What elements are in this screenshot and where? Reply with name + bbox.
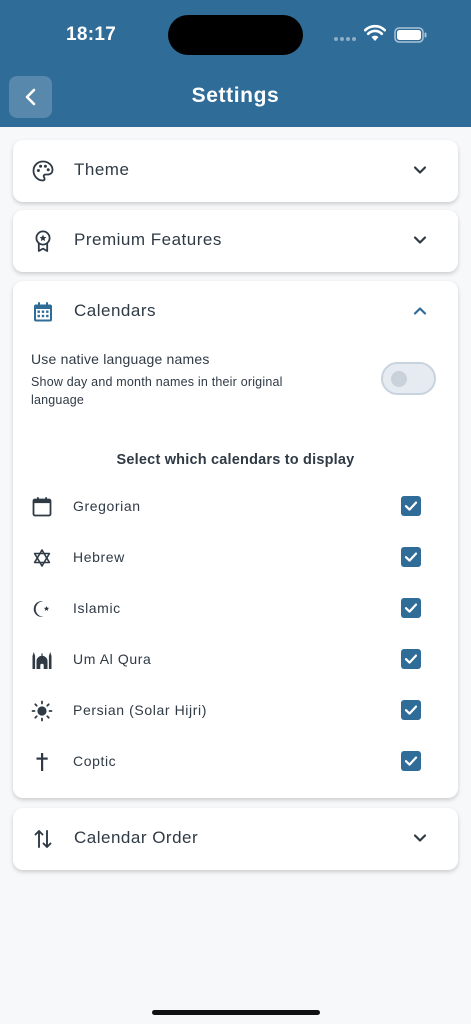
calendar-row-hebrew[interactable]: Hebrew bbox=[13, 537, 458, 577]
native-names-toggle[interactable] bbox=[381, 362, 436, 395]
toggle-knob bbox=[391, 371, 407, 387]
coptic-checkbox[interactable] bbox=[401, 751, 421, 771]
calendar-label: Um Al Qura bbox=[73, 651, 152, 667]
app-header: 18:17 Settings bbox=[0, 0, 471, 127]
calendar-order-label: Calendar Order bbox=[74, 828, 199, 847]
calendars-header[interactable]: Calendars bbox=[13, 281, 458, 343]
chevron-up-icon bbox=[413, 307, 427, 315]
theme-section[interactable]: Theme bbox=[13, 140, 458, 202]
palette-icon bbox=[32, 160, 54, 182]
persian-checkbox[interactable] bbox=[401, 700, 421, 720]
award-icon bbox=[35, 230, 51, 252]
native-names-subtitle: Show day and month names in their origin… bbox=[31, 375, 283, 407]
chevron-down-icon bbox=[413, 166, 427, 174]
check-icon bbox=[404, 501, 418, 511]
gregorian-checkbox[interactable] bbox=[401, 496, 421, 516]
calendar-label: Persian (Solar Hijri) bbox=[73, 702, 207, 718]
premium-header[interactable]: Premium Features bbox=[13, 210, 458, 272]
dynamic-island bbox=[168, 15, 303, 55]
hebrew-checkbox[interactable] bbox=[401, 547, 421, 567]
calendar-order-section[interactable]: Calendar Order bbox=[13, 808, 458, 870]
calendar-label: Gregorian bbox=[73, 498, 141, 514]
page-title: Settings bbox=[191, 84, 280, 107]
status-time: 18:17 bbox=[66, 24, 117, 45]
theme-header[interactable]: Theme bbox=[13, 140, 458, 202]
wifi-icon bbox=[364, 24, 386, 41]
check-icon bbox=[404, 654, 418, 664]
mosque-icon bbox=[32, 652, 52, 669]
native-names-title: Use native language names bbox=[31, 351, 210, 367]
calendar-label: Hebrew bbox=[73, 549, 125, 565]
swap-vertical-icon bbox=[34, 830, 52, 848]
um-al-qura-checkbox[interactable] bbox=[401, 649, 421, 669]
calendar-icon bbox=[32, 497, 52, 517]
islamic-checkbox[interactable] bbox=[401, 598, 421, 618]
crescent-star-icon bbox=[33, 601, 50, 617]
calendar-row-coptic[interactable]: Coptic bbox=[13, 741, 458, 781]
calendars-label: Calendars bbox=[74, 301, 156, 320]
chevron-down-icon bbox=[413, 834, 427, 842]
check-icon bbox=[404, 705, 418, 715]
calendar-label: Islamic bbox=[73, 600, 121, 616]
check-icon bbox=[404, 603, 418, 613]
calendar-row-gregorian[interactable]: Gregorian bbox=[13, 486, 458, 526]
calendar-row-um-al-qura[interactable]: Um Al Qura bbox=[13, 639, 458, 679]
calendar-select-heading: Select which calendars to display bbox=[116, 452, 355, 468]
star-of-david-icon bbox=[33, 549, 51, 567]
check-icon bbox=[404, 552, 418, 562]
check-icon bbox=[404, 756, 418, 766]
calendars-section: Calendars Use native language names Show… bbox=[13, 281, 458, 798]
theme-label: Theme bbox=[74, 160, 130, 179]
sun-icon bbox=[31, 700, 53, 722]
battery-icon bbox=[394, 27, 427, 43]
home-indicator bbox=[152, 1010, 320, 1015]
calendar-order-header[interactable]: Calendar Order bbox=[13, 808, 458, 870]
calendar-row-islamic[interactable]: Islamic bbox=[13, 588, 458, 628]
premium-section[interactable]: Premium Features bbox=[13, 210, 458, 272]
calendar-label: Coptic bbox=[73, 753, 117, 769]
premium-label: Premium Features bbox=[74, 230, 222, 249]
calendar-row-persian[interactable]: Persian (Solar Hijri) bbox=[13, 690, 458, 730]
cross-icon bbox=[36, 753, 48, 771]
cellular-signal-icon bbox=[334, 37, 356, 41]
chevron-down-icon bbox=[413, 236, 427, 244]
calendar-month-icon bbox=[34, 302, 52, 322]
